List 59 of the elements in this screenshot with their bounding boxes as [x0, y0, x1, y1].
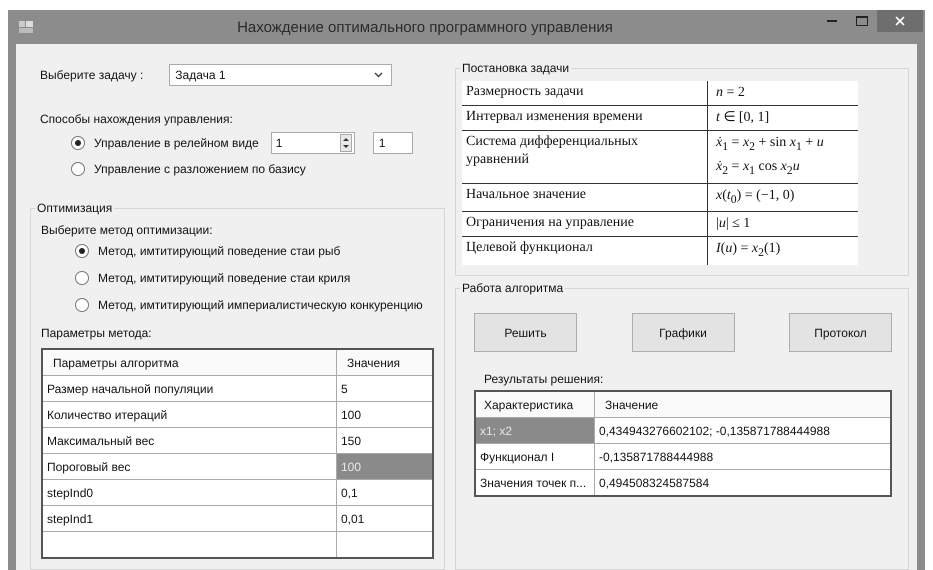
minimize-icon — [827, 20, 837, 22]
table-cell[interactable]: 0,01 — [337, 506, 432, 531]
table-cell[interactable]: 150 — [337, 428, 432, 453]
column-header: Значение — [604, 396, 660, 414]
results-label: Результаты решения: — [484, 372, 604, 386]
params-label: Параметры метода: — [41, 326, 153, 340]
table-cell: Система дифференциальных уравнений — [462, 131, 708, 183]
table-cell[interactable]: Количество итераций — [43, 402, 337, 427]
table-cell[interactable]: 0,1 — [337, 480, 432, 505]
table-cell: Начальное значение — [462, 184, 708, 212]
table-cell[interactable]: -0,135871788444988 — [595, 444, 890, 469]
number-spinner[interactable]: 1 — [270, 132, 355, 154]
close-icon — [895, 16, 905, 26]
radio-option[interactable]: Управление в релейном виде — [71, 136, 259, 150]
table-cell[interactable]: 0,494508324587584 — [595, 470, 890, 495]
task-label: Выберите задачу : — [40, 68, 144, 82]
radio-option[interactable]: Управление с разложением по базису — [71, 162, 306, 176]
window-title: Нахождение оптимального программного управления — [236, 18, 614, 36]
column-header: Параметры алгоритма — [43, 350, 337, 375]
spin-arrows-icon — [340, 134, 352, 152]
app-icon — [19, 21, 33, 33]
chevron-icon — [374, 72, 384, 78]
group-title: Постановка задачи — [460, 61, 572, 75]
action-button[interactable]: Протокол — [789, 313, 892, 352]
formula: |u| ≤ 1 — [716, 215, 752, 234]
table-cell[interactable]: 5 — [337, 376, 432, 401]
table-cell[interactable]: 0,434943276602102; -0,135871788444988 — [595, 418, 890, 443]
formula: x(t$_{0}$) = (−1, 0) — [716, 186, 796, 208]
method-label: Выберите метод оптимизации: — [41, 223, 214, 237]
formula: ẋ$_{2}$ = x$_{1}$ cos x$_{2}$u — [716, 158, 801, 179]
radio-option[interactable]: Метод, имтитирующий поведение стаи криля — [75, 270, 350, 284]
radio-option[interactable]: Метод, имтитирующий империалистическую конкуренцию — [75, 298, 423, 312]
maximize-icon — [856, 16, 868, 26]
table-cell[interactable]: stepInd0 — [43, 480, 337, 505]
task-dropdown[interactable]: Задача 1 — [169, 64, 392, 86]
table-cell[interactable]: stepInd1 — [43, 506, 337, 531]
formula: n = 2 — [716, 84, 746, 102]
text-field[interactable]: 1 — [372, 132, 413, 154]
column-header: Характеристика — [476, 392, 595, 417]
table-cell: Размерность задачи — [462, 81, 708, 105]
group-title: Работа алгоритма — [460, 281, 566, 295]
formula: I(u) = x$_{2}$(1) — [716, 240, 782, 262]
formula: t ∈ [0, 1] — [716, 109, 770, 127]
table-cell[interactable]: Размер начальной популяции — [43, 376, 337, 401]
radio-option[interactable]: Метод, имтитирующий поведение стаи рыб — [75, 244, 340, 258]
close-button[interactable] — [877, 10, 923, 32]
table-cell[interactable]: Максимальный вес — [43, 428, 337, 453]
table-cell: Ограничения на управление — [462, 212, 708, 236]
column-header: Значения — [346, 354, 402, 372]
table-cell: Целевой функционал — [462, 237, 708, 266]
table-cell: Интервал изменения времени — [462, 106, 708, 130]
action-button[interactable]: Графики — [632, 313, 734, 352]
group-title: Оптимизация — [35, 201, 114, 215]
table-cell[interactable]: Функционал I — [476, 444, 595, 469]
section-label: Способы нахождения управления: — [40, 112, 234, 126]
table-cell[interactable]: 100 — [337, 402, 432, 427]
action-button[interactable]: Решить — [474, 313, 577, 352]
formula: ẋ$_{1}$ = x$_{2}$ + sin x$_{1}$ + u — [716, 134, 825, 155]
table-cell[interactable]: Значения точек п... — [476, 470, 595, 495]
